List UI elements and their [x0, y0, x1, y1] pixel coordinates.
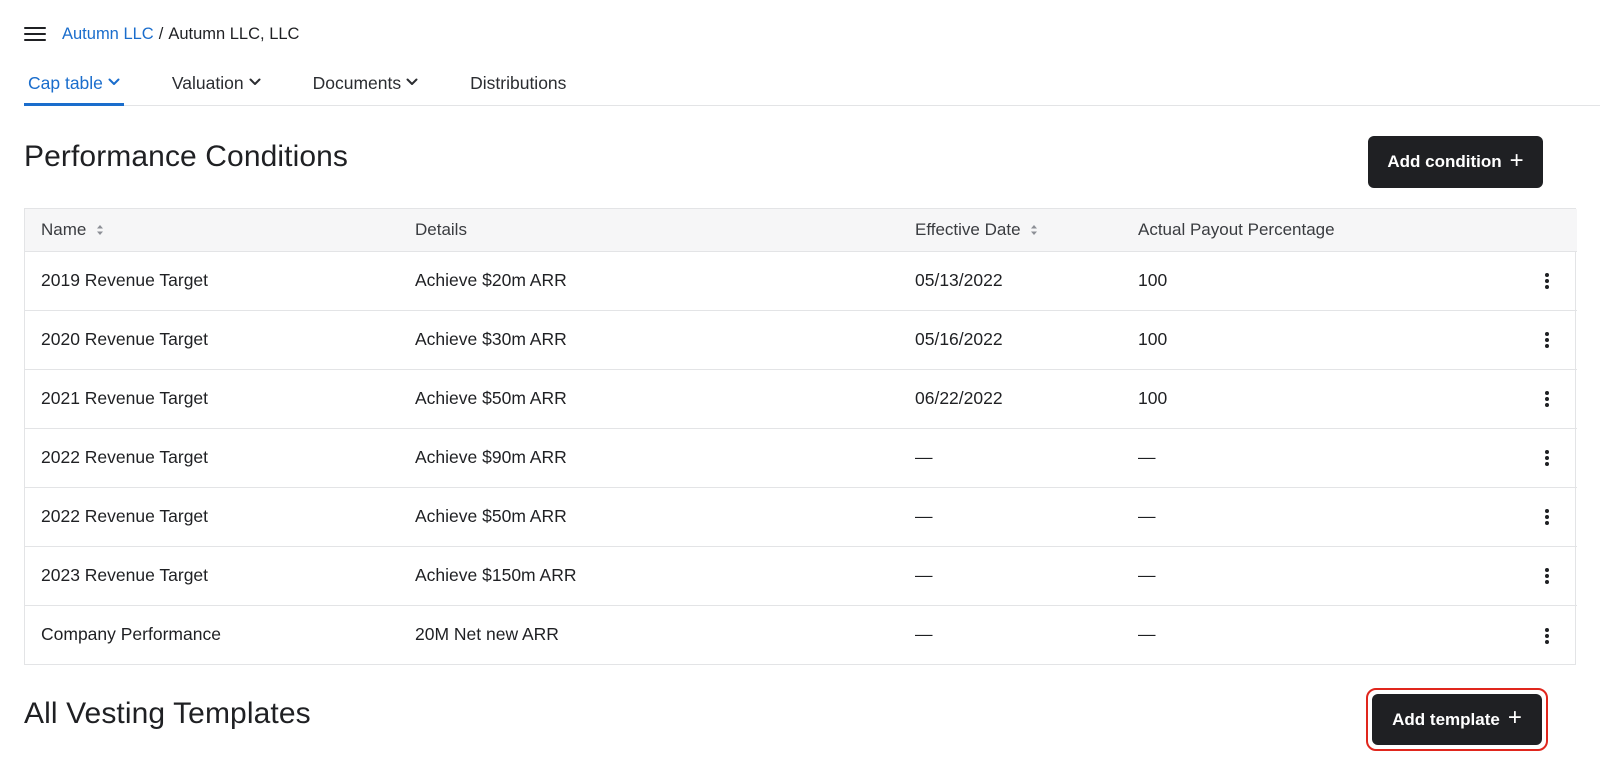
chevron-down-icon: [108, 78, 120, 85]
table-row[interactable]: 2022 Revenue Target Achieve $50m ARR — —: [25, 487, 1577, 546]
table-row[interactable]: Company Performance 20M Net new ARR — —: [25, 605, 1577, 664]
add-condition-label: Add condition: [1387, 152, 1502, 171]
tab-label: Documents: [312, 73, 402, 93]
tab-label: Valuation: [171, 73, 244, 93]
tab-valuation[interactable]: Valuation: [168, 64, 265, 105]
kebab-icon[interactable]: [1541, 332, 1553, 349]
cell-details: Achieve $20m ARR: [415, 270, 567, 290]
performance-conditions-title: Performance Conditions: [24, 140, 349, 173]
cell-name: 2021 Revenue Target: [41, 388, 209, 408]
performance-conditions-table: Name Details Effective Date Actual Payou…: [24, 208, 1577, 665]
breadcrumb-current: Autumn LLC, LLC: [168, 24, 300, 43]
cell-details: Achieve $50m ARR: [415, 388, 567, 408]
cell-effective-date: —: [915, 506, 933, 526]
add-template-button[interactable]: Add template +: [1372, 694, 1542, 745]
tab-cap-table[interactable]: Cap table: [24, 64, 124, 106]
cell-details: 20M Net new ARR: [415, 624, 559, 645]
cell-effective-date: —: [915, 447, 933, 467]
cell-effective-date: 05/16/2022: [915, 329, 1003, 349]
add-condition-button[interactable]: Add condition +: [1368, 136, 1543, 188]
cell-name: Company Performance: [41, 624, 221, 645]
sort-icon[interactable]: [96, 224, 104, 236]
cell-payout: —: [1138, 624, 1156, 645]
kebab-icon[interactable]: [1541, 450, 1553, 467]
cell-payout: 100: [1138, 329, 1168, 349]
cell-name: 2019 Revenue Target: [41, 270, 209, 290]
add-template-label: Add template: [1392, 709, 1500, 729]
cell-name: 2022 Revenue Target: [41, 506, 209, 526]
plus-icon: +: [1507, 704, 1522, 731]
top-bar: Autumn LLC / Autumn LLC, LLC: [24, 22, 299, 46]
cell-payout: —: [1138, 565, 1156, 585]
kebab-icon[interactable]: [1541, 627, 1553, 644]
chevron-down-icon: [249, 78, 261, 85]
cell-details: Achieve $150m ARR: [415, 565, 577, 585]
cell-name: 2020 Revenue Target: [41, 329, 209, 349]
kebab-icon[interactable]: [1541, 391, 1553, 408]
cell-details: Achieve $90m ARR: [415, 447, 567, 467]
main-nav: Cap table Valuation Documents Distributi…: [24, 64, 1600, 106]
cell-effective-date: —: [915, 624, 933, 645]
kebab-icon[interactable]: [1541, 509, 1553, 526]
table-header-row: Name Details Effective Date Actual Payou…: [25, 209, 1577, 251]
hamburger-icon[interactable]: [24, 25, 46, 43]
cell-effective-date: 05/13/2022: [915, 270, 1003, 290]
cell-payout: —: [1138, 447, 1156, 467]
cell-details: Achieve $50m ARR: [415, 506, 567, 526]
tab-label: Distributions: [470, 73, 567, 93]
table-row[interactable]: 2019 Revenue Target Achieve $20m ARR 05/…: [25, 251, 1577, 310]
table-row[interactable]: 2020 Revenue Target Achieve $30m ARR 05/…: [25, 310, 1577, 369]
vesting-templates-title: All Vesting Templates: [24, 697, 311, 730]
breadcrumb-parent-link[interactable]: Autumn LLC: [62, 25, 154, 44]
chevron-down-icon: [406, 78, 418, 85]
sort-icon[interactable]: [1030, 224, 1038, 236]
plus-icon: +: [1509, 146, 1524, 174]
table-row[interactable]: 2022 Revenue Target Achieve $90m ARR — —: [25, 428, 1577, 487]
breadcrumb-separator: /: [158, 24, 164, 43]
cell-payout: 100: [1138, 388, 1168, 408]
cell-details: Achieve $30m ARR: [415, 329, 567, 349]
tab-documents[interactable]: Documents: [309, 64, 423, 105]
tab-distributions[interactable]: Distributions: [466, 64, 570, 105]
tab-label: Cap table: [28, 73, 103, 93]
breadcrumb: Autumn LLC / Autumn LLC, LLC: [62, 25, 299, 44]
cell-payout: 100: [1138, 270, 1168, 290]
kebab-icon[interactable]: [1541, 273, 1553, 290]
column-header-actions: [1427, 209, 1577, 251]
cell-effective-date: 06/22/2022: [915, 388, 1003, 408]
column-header-details: Details: [415, 219, 467, 239]
cell-name: 2022 Revenue Target: [41, 447, 209, 467]
column-header-name[interactable]: Name: [25, 209, 399, 251]
column-header-payout: Actual Payout Percentage: [1138, 219, 1335, 239]
column-header-effective-date[interactable]: Effective Date: [899, 209, 1122, 251]
cell-payout: —: [1138, 506, 1156, 526]
table-row[interactable]: 2023 Revenue Target Achieve $150m ARR — …: [25, 546, 1577, 605]
cell-effective-date: —: [915, 565, 933, 585]
table-row[interactable]: 2021 Revenue Target Achieve $50m ARR 06/…: [25, 369, 1577, 428]
cell-name: 2023 Revenue Target: [41, 565, 209, 585]
kebab-icon[interactable]: [1541, 568, 1553, 585]
